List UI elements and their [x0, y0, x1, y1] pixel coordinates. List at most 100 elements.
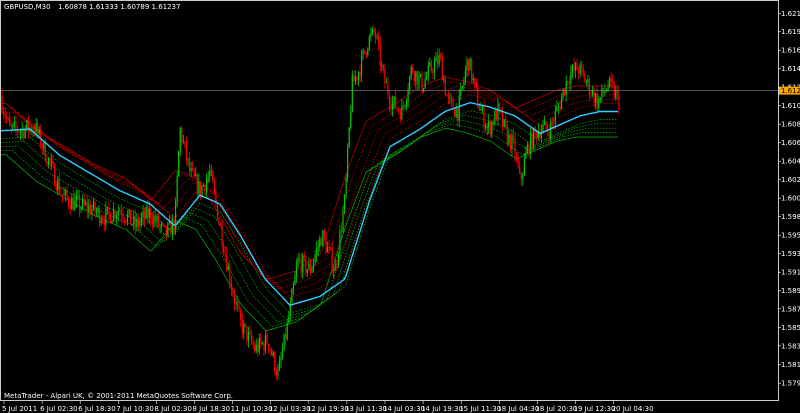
- candle-body: [271, 350, 273, 356]
- y-tick-label: 1.60435: [781, 158, 800, 166]
- candle-body: [387, 82, 389, 95]
- candle-body: [254, 345, 256, 351]
- candle-body: [618, 92, 620, 110]
- candle-body: [4, 113, 6, 117]
- x-tick-label: 12 Jul 19:30: [307, 405, 349, 413]
- candle-body: [75, 196, 77, 201]
- candle-body: [213, 182, 215, 192]
- candle-body: [568, 82, 570, 84]
- candle-body: [181, 127, 183, 142]
- candle-body: [261, 342, 263, 344]
- candle-body: [123, 218, 126, 221]
- candle-body: [187, 158, 189, 160]
- candle-body: [269, 349, 271, 351]
- candle-body: [192, 167, 194, 170]
- candle-body: [574, 62, 577, 71]
- candle-body: [147, 206, 149, 218]
- price-chart[interactable]: 1.621101.619051.616951.614851.612751.610…: [0, 0, 800, 413]
- candle-body: [122, 215, 124, 219]
- candle-body: [423, 88, 425, 92]
- candle-body: [601, 87, 603, 98]
- candle-body: [188, 158, 191, 172]
- candle-body: [325, 238, 327, 253]
- candle-body: [204, 184, 206, 191]
- y-tick-label: 1.60855: [781, 121, 800, 129]
- candle-body: [216, 203, 219, 220]
- candle-body: [167, 223, 169, 236]
- candle-body: [472, 78, 474, 81]
- candle-body: [210, 170, 212, 172]
- candle-body: [119, 210, 121, 212]
- candle-body: [457, 108, 459, 121]
- candle-body: [95, 211, 98, 213]
- candle-body: [258, 337, 260, 353]
- candle-body: [12, 124, 14, 128]
- candle-body: [202, 184, 205, 187]
- candle-body: [249, 331, 251, 334]
- candle-body: [570, 72, 572, 84]
- candle-body: [179, 127, 181, 152]
- candle-body: [171, 218, 174, 235]
- candle-body: [297, 257, 299, 267]
- candle-body: [576, 62, 578, 70]
- candle-body: [388, 94, 391, 105]
- candle-body: [396, 108, 398, 110]
- candle-body: [60, 193, 62, 195]
- candle-body: [382, 65, 384, 70]
- candle-body: [432, 70, 434, 74]
- candle-body: [175, 201, 177, 231]
- candle-body: [176, 176, 178, 202]
- candle-body: [491, 121, 493, 134]
- candle-body: [581, 64, 583, 69]
- candle-body: [320, 238, 322, 246]
- candle-body: [604, 91, 606, 94]
- candle-body: [584, 73, 586, 83]
- y-tick-label: 1.58760: [781, 305, 800, 313]
- candle-body: [144, 211, 146, 219]
- candle-body: [551, 121, 553, 123]
- x-tick-label: 6 Jul 18:30: [78, 405, 116, 413]
- candle-body: [281, 350, 284, 358]
- candle-body: [419, 73, 422, 77]
- price-axis: 1.621101.619051.616951.614851.612751.610…: [778, 10, 800, 388]
- candle-body: [151, 219, 153, 224]
- candle-body: [83, 198, 85, 205]
- candle-body: [64, 189, 67, 194]
- candle-body: [26, 120, 28, 129]
- candle-body: [125, 220, 127, 222]
- candle-body: [467, 59, 470, 71]
- candle-body: [395, 96, 397, 109]
- y-tick-label: 1.61905: [781, 28, 800, 36]
- x-tick-label: 12 Jul 03:30: [269, 405, 311, 413]
- candle-body: [508, 134, 510, 144]
- y-tick-label: 1.59175: [781, 269, 800, 277]
- candle-body: [117, 210, 119, 216]
- candle-body: [336, 264, 338, 266]
- candle-body: [130, 209, 132, 225]
- candle-body: [509, 134, 511, 150]
- candle-body: [224, 253, 226, 255]
- candle-body: [260, 337, 262, 344]
- candle-body: [565, 80, 567, 96]
- candle-body: [368, 36, 370, 50]
- candle-body: [311, 267, 313, 273]
- candle-body: [348, 127, 350, 147]
- candle-body: [424, 79, 426, 89]
- candle-body: [483, 106, 485, 128]
- candle-body: [371, 28, 374, 34]
- y-tick-label: 1.60645: [781, 139, 800, 147]
- candle-body: [108, 206, 110, 213]
- x-tick-label: 8 Jul 02:30: [154, 405, 192, 413]
- candle-body: [512, 135, 515, 138]
- candle-body: [460, 88, 462, 96]
- candle-body: [402, 105, 405, 107]
- candle-body: [330, 247, 332, 250]
- candle-body: [85, 202, 87, 205]
- candle-body: [212, 170, 214, 183]
- candle-body: [80, 207, 82, 211]
- candle-body: [219, 223, 222, 227]
- candle-body: [345, 177, 347, 196]
- candle-body: [319, 238, 321, 247]
- candle-body: [471, 58, 473, 81]
- candle-body: [486, 126, 488, 128]
